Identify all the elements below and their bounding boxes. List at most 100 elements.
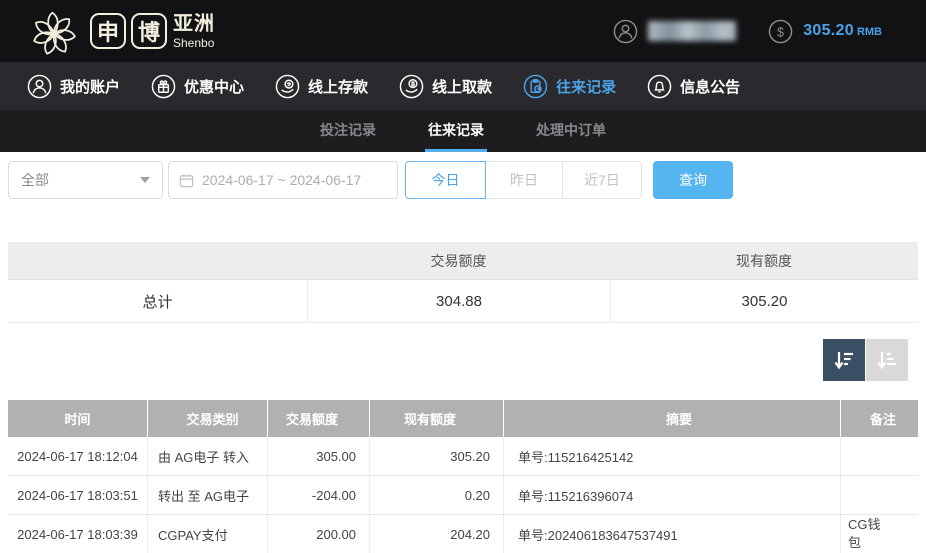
cell-balance: 204.20 — [370, 515, 504, 553]
table-row: 2024-06-17 18:03:51 转出 至 AG电子 -204.00 0.… — [8, 476, 918, 515]
sort-ascending-icon — [875, 348, 899, 372]
calendar-icon — [179, 173, 194, 188]
cell-type: CGPAY支付 — [148, 515, 268, 553]
brand-region-block: 亚洲 Shenbo — [173, 14, 215, 49]
summary-header-balance: 现有额度 — [610, 242, 918, 279]
query-button[interactable]: 查询 — [653, 161, 733, 199]
table-row: 2024-06-17 18:12:04 由 AG电子 转入 305.00 305… — [8, 437, 918, 476]
cell-remark: CG钱包 — [841, 515, 918, 553]
main-nav: 我的账户 优惠中心 线上存款 — [0, 62, 926, 110]
nav-label: 线上存款 — [308, 76, 368, 97]
col-header-type: 交易类别 — [148, 400, 268, 437]
nav-label: 信息公告 — [680, 76, 740, 97]
nav-item-deposit[interactable]: 线上存款 — [275, 74, 368, 99]
col-header-remark: 备注 — [841, 400, 918, 437]
table-row: 2024-06-17 18:03:39 CGPAY支付 200.00 204.2… — [8, 515, 918, 553]
quick-range-group: 今日 昨日 近7日 — [405, 161, 642, 199]
chevron-down-icon — [140, 177, 150, 183]
remark-text: CG钱包 — [848, 516, 890, 551]
cell-remark — [841, 437, 918, 475]
balance-amount: 305.20 — [803, 22, 854, 39]
balance-display: 305.20RMB — [803, 22, 882, 40]
cell-summary: 单号:202406183647537491 — [504, 515, 841, 553]
nav-label: 优惠中心 — [184, 76, 244, 97]
cell-balance: 0.20 — [370, 476, 504, 514]
last-7-days-button[interactable]: 近7日 — [562, 161, 642, 199]
cell-amount: -204.00 — [268, 476, 370, 514]
account-person-icon — [613, 19, 638, 44]
tab-label: 投注记录 — [320, 120, 376, 140]
cell-type: 由 AG电子 转入 — [148, 437, 268, 475]
clipboard-clock-icon — [523, 74, 548, 99]
summary-header-row: 交易额度 现有额度 — [8, 242, 918, 280]
deposit-coin-hand-icon — [275, 74, 300, 99]
col-header-time: 时间 — [8, 400, 148, 437]
top-header: 申 博 亚洲 Shenbo $ 305.20RMB — [0, 0, 926, 62]
balance-currency: RMB — [857, 26, 882, 38]
col-header-balance: 现有额度 — [370, 400, 504, 437]
tab-pending-orders[interactable]: 处理中订单 — [533, 110, 609, 152]
date-range-value: 2024-06-17 ~ 2024-06-17 — [202, 172, 361, 188]
summary-total-label: 总计 — [8, 280, 307, 322]
cell-type: 转出 至 AG电子 — [148, 476, 268, 514]
cell-balance: 305.20 — [370, 437, 504, 475]
summary-total-row: 总计 304.88 305.20 — [8, 280, 918, 323]
dollar-circle-icon: $ — [768, 19, 793, 44]
nav-item-transaction-records[interactable]: 往来记录 — [523, 74, 616, 99]
flower-logo-icon — [26, 4, 82, 60]
gift-icon — [151, 74, 176, 99]
brand-subtitle-text: Shenbo — [173, 37, 215, 49]
summary-table: 交易额度 现有额度 总计 304.88 305.20 — [8, 242, 918, 323]
summary-total-balance: 305.20 — [610, 280, 918, 322]
cell-time: 2024-06-17 18:12:04 — [8, 437, 148, 475]
type-select-value: 全部 — [21, 170, 49, 190]
summary-total-transaction: 304.88 — [307, 280, 610, 322]
brand-region-text: 亚洲 — [173, 14, 215, 34]
nav-label: 线上取款 — [432, 76, 492, 97]
cell-time: 2024-06-17 18:03:39 — [8, 515, 148, 553]
tab-label: 处理中订单 — [536, 120, 606, 140]
nav-label: 往来记录 — [556, 76, 616, 97]
col-header-summary: 摘要 — [504, 400, 841, 437]
svg-text:$: $ — [777, 25, 784, 39]
records-header-row: 时间 交易类别 交易额度 现有额度 摘要 备注 — [8, 400, 918, 437]
nav-item-withdraw[interactable]: $ 线上取款 — [399, 74, 492, 99]
nav-item-promotions[interactable]: 优惠中心 — [151, 74, 244, 99]
type-select[interactable]: 全部 — [8, 161, 163, 199]
summary-header-empty — [8, 242, 307, 279]
summary-header-transaction: 交易额度 — [307, 242, 610, 279]
nav-item-announcements[interactable]: 信息公告 — [647, 74, 740, 99]
nav-label: 我的账户 — [60, 76, 120, 97]
col-header-amount: 交易额度 — [268, 400, 370, 437]
tab-bet-records[interactable]: 投注记录 — [317, 110, 379, 152]
brand-characters: 申 博 — [90, 13, 167, 49]
user-circle-icon — [27, 74, 52, 99]
sort-ascending-button[interactable] — [866, 339, 908, 381]
cell-summary: 单号:115216396074 — [504, 476, 841, 514]
cell-time: 2024-06-17 18:03:51 — [8, 476, 148, 514]
sort-descending-button[interactable] — [823, 339, 865, 381]
yesterday-button[interactable]: 昨日 — [485, 161, 563, 199]
today-button[interactable]: 今日 — [405, 161, 486, 199]
cell-summary: 单号:115216425142 — [504, 437, 841, 475]
cell-amount: 305.00 — [268, 437, 370, 475]
cell-remark — [841, 476, 918, 514]
withdraw-coin-hand-icon: $ — [399, 74, 424, 99]
subtab-bar: 投注记录 往来记录 处理中订单 — [0, 110, 926, 152]
page: 申 博 亚洲 Shenbo $ 305.20RMB — [0, 0, 926, 553]
records-table: 时间 交易类别 交易额度 现有额度 摘要 备注 2024-06-17 18:12… — [8, 400, 918, 553]
cell-amount: 200.00 — [268, 515, 370, 553]
brand-char-shen: 申 — [90, 13, 126, 49]
nav-item-my-account[interactable]: 我的账户 — [27, 74, 120, 99]
sort-descending-icon — [832, 348, 856, 372]
header-account-area: $ 305.20RMB — [613, 0, 882, 62]
brand-char-bo: 博 — [131, 13, 167, 49]
tab-label: 往来记录 — [428, 120, 484, 140]
date-range-input[interactable]: 2024-06-17 ~ 2024-06-17 — [168, 161, 398, 199]
tab-transaction-records[interactable]: 往来记录 — [425, 110, 487, 152]
username-blurred — [648, 21, 736, 41]
sort-controls — [823, 339, 908, 381]
brand-logo[interactable]: 申 博 亚洲 Shenbo — [26, 2, 215, 60]
bell-icon — [647, 74, 672, 99]
svg-text:$: $ — [411, 81, 415, 88]
